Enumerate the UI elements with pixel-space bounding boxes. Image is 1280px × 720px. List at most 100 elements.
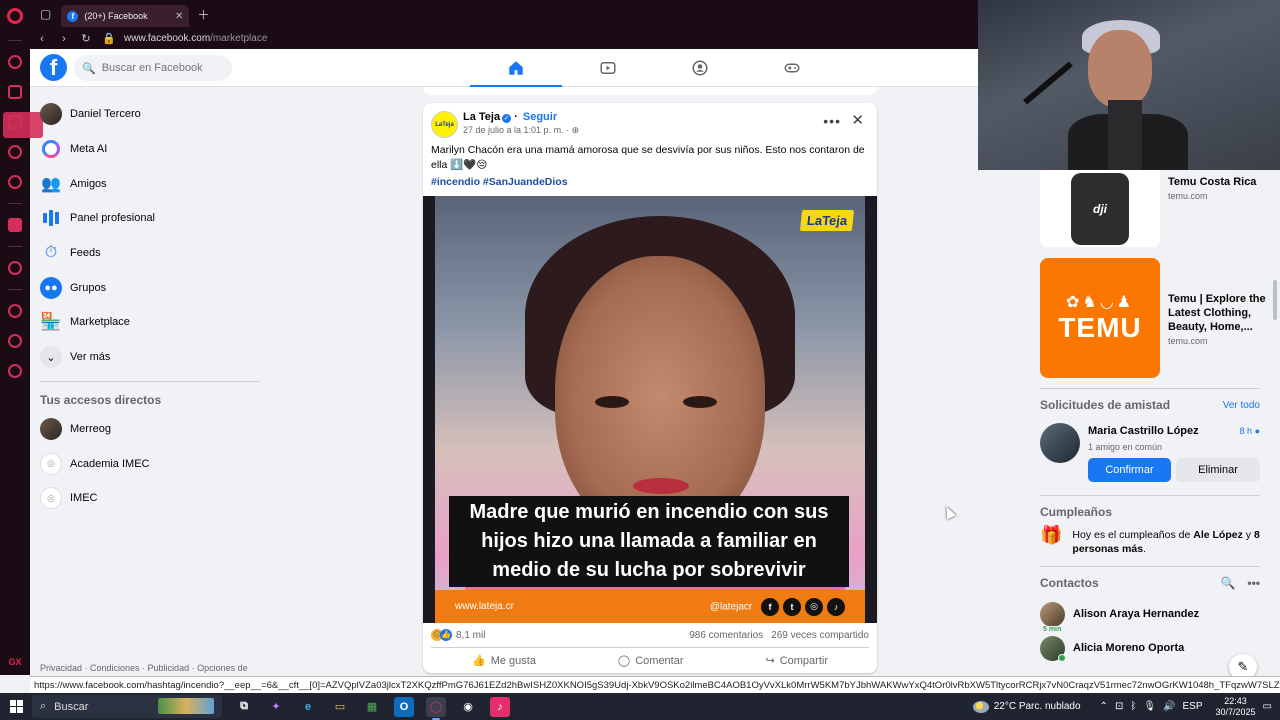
network-icon[interactable]: ⊡ bbox=[1115, 701, 1123, 712]
sidebar-item-meta-ai[interactable]: Meta AI bbox=[30, 132, 260, 167]
footer-links[interactable]: Privacidad · Condiciones · Publicidad · … bbox=[40, 663, 248, 673]
sponsored-ad[interactable]: ✿♞◡♟ TEMU Temu | Explore the Latest Clot… bbox=[1040, 258, 1270, 378]
twitch-icon[interactable] bbox=[8, 218, 22, 232]
shortcut-label: IMEC bbox=[70, 492, 98, 505]
gx-icon[interactable]: GX bbox=[8, 657, 21, 667]
image-handle: @latejacr bbox=[709, 601, 753, 613]
more-options-icon[interactable]: ••• bbox=[823, 113, 841, 129]
nav-groups[interactable] bbox=[654, 49, 746, 87]
share-button[interactable]: ↪ Compartir bbox=[765, 654, 828, 668]
taskbar-clock[interactable]: 22:43 30/7/2025 bbox=[1216, 696, 1256, 718]
new-tab-icon[interactable]: ＋ bbox=[197, 6, 209, 23]
browser-sidebar: GX bbox=[0, 0, 30, 675]
comments-count[interactable]: 986 comentarios bbox=[689, 630, 763, 641]
extensions-icon[interactable] bbox=[8, 334, 22, 348]
friend-requests-title: Solicitudes de amistad bbox=[1040, 398, 1171, 412]
edge-icon[interactable]: e bbox=[298, 697, 318, 717]
tab-bar: ▢ f (20+) Facebook ✕ ＋ bbox=[30, 0, 980, 28]
sidebar-divider bbox=[8, 289, 22, 290]
search-input[interactable] bbox=[101, 62, 222, 74]
post-date[interactable]: 27 de julio a la 1:01 p. m. · ⊕ bbox=[463, 125, 579, 136]
weather-icon bbox=[972, 700, 989, 713]
scrollbar[interactable] bbox=[1273, 280, 1277, 320]
sidebar-item-marketplace[interactable]: 🏪 Marketplace bbox=[30, 305, 260, 340]
player-icon[interactable] bbox=[8, 261, 22, 275]
opera-logo-icon[interactable] bbox=[7, 8, 23, 24]
whatsapp-icon[interactable] bbox=[8, 145, 22, 159]
page-avatar[interactable]: LaTeja bbox=[431, 111, 458, 138]
notifications-icon[interactable]: ▭ bbox=[1263, 701, 1272, 712]
microphone-icon[interactable]: 🎙 bbox=[1143, 701, 1156, 712]
post-image[interactable]: LaTeja Madre que murió en incendio con s… bbox=[423, 196, 877, 623]
dji-mic-product: dji bbox=[1071, 172, 1129, 245]
opera-gx-icon[interactable]: ◯ bbox=[426, 696, 446, 720]
sidebar-item-groups[interactable]: ●● Grupos bbox=[30, 270, 260, 305]
tab-menu-icon[interactable]: ▢ bbox=[40, 7, 51, 21]
shares-count[interactable]: 269 veces compartido bbox=[771, 630, 869, 641]
avatar[interactable] bbox=[1040, 423, 1080, 463]
history-icon[interactable] bbox=[8, 304, 22, 318]
tab-facebook[interactable]: f (20+) Facebook ✕ bbox=[61, 5, 190, 27]
search-icon[interactable]: 🔍 bbox=[1220, 576, 1235, 590]
search-box[interactable]: 🔍 bbox=[74, 55, 232, 81]
copilot-icon[interactable]: ✦ bbox=[266, 697, 286, 717]
file-explorer-icon[interactable]: ▭ bbox=[330, 697, 350, 717]
shortcut-item[interactable]: ◎ IMEC bbox=[30, 481, 260, 516]
birthdays-header: Cumpleaños bbox=[1040, 505, 1260, 519]
settings-icon[interactable] bbox=[8, 364, 22, 378]
like-button[interactable]: 👍 Me gusta bbox=[472, 654, 536, 668]
weather-widget[interactable]: 22°C Parc. nublado bbox=[972, 700, 1081, 713]
start-button[interactable] bbox=[0, 700, 32, 713]
photo-lips bbox=[633, 478, 689, 494]
delete-button[interactable]: Eliminar bbox=[1176, 458, 1260, 482]
close-icon[interactable]: ✕ bbox=[851, 111, 864, 129]
left-sidebar: Daniel Tercero Meta AI 👥 Amigos Panel pr… bbox=[30, 97, 260, 516]
task-view-icon[interactable]: ⧉ bbox=[234, 697, 254, 717]
obs-icon[interactable]: ◉ bbox=[458, 697, 478, 717]
more-options-icon[interactable]: ••• bbox=[1247, 576, 1260, 590]
sidebar-item-professional-dashboard[interactable]: Panel profesional bbox=[30, 201, 260, 236]
active-time-badge: 5 min bbox=[1042, 625, 1063, 633]
url-field[interactable]: www.facebook.com/marketplace bbox=[124, 33, 267, 44]
follow-button[interactable]: Seguir bbox=[523, 111, 557, 123]
friend-request-card: Maria Castrillo López 8 h ● 1 amigo en c… bbox=[1040, 423, 1260, 485]
volume-icon[interactable]: 🔊 bbox=[1163, 701, 1175, 712]
speed-dial-icon[interactable] bbox=[8, 55, 22, 69]
sidebar-divider bbox=[8, 246, 22, 247]
sidebar-item-profile[interactable]: Daniel Tercero bbox=[30, 97, 260, 132]
shortcut-item[interactable]: Merreog bbox=[30, 412, 260, 447]
sidebar-item-feeds[interactable]: ⏱ Feeds bbox=[30, 236, 260, 271]
nav-home[interactable] bbox=[470, 49, 562, 88]
tiktok-icon[interactable]: ♪ bbox=[490, 696, 510, 717]
contact-item[interactable]: Alicia Moreno Oporta bbox=[1040, 634, 1260, 662]
confirm-button[interactable]: Confirmar bbox=[1088, 458, 1171, 482]
nav-video[interactable] bbox=[562, 49, 654, 87]
see-all-link[interactable]: Ver todo bbox=[1223, 400, 1260, 411]
taskbar-search[interactable]: ⌕ Buscar bbox=[32, 695, 222, 718]
back-icon[interactable]: ‹ bbox=[36, 33, 48, 45]
mutual-friends[interactable]: 1 amigo en común bbox=[1088, 442, 1162, 452]
messenger-icon[interactable] bbox=[8, 85, 22, 99]
reactions-count[interactable]: 8,1 mil bbox=[456, 630, 485, 641]
facebook-logo-icon[interactable]: f bbox=[40, 54, 67, 81]
store-icon[interactable]: ▦ bbox=[362, 697, 382, 717]
reload-icon[interactable]: ↻ bbox=[80, 32, 92, 45]
bluetooth-icon[interactable]: ᛒ bbox=[1130, 701, 1136, 712]
contact-item[interactable]: 5 min Alison Araya Hernandez bbox=[1040, 600, 1260, 633]
requester-name[interactable]: Maria Castrillo López bbox=[1088, 425, 1199, 437]
birthday-item[interactable]: 🎁 Hoy es el cumpleaños de Ale López y 8 … bbox=[1040, 526, 1260, 556]
shortcut-item[interactable]: ◎ Academia IMEC bbox=[30, 446, 260, 481]
forward-icon[interactable]: › bbox=[58, 33, 70, 45]
post-hashtags[interactable]: #incendio #SanJuandeDios bbox=[423, 173, 877, 191]
outlook-icon[interactable]: O bbox=[394, 696, 414, 717]
tray-chevron-icon[interactable]: ⌃ bbox=[1100, 701, 1108, 712]
aria-icon[interactable] bbox=[8, 175, 22, 189]
nav-gaming[interactable] bbox=[746, 49, 838, 87]
comment-button[interactable]: ◯ Comentar bbox=[618, 654, 684, 668]
language-indicator[interactable]: ESP bbox=[1182, 701, 1202, 712]
sponsored-ad[interactable]: dji Temu Costa Rica temu.com bbox=[1040, 170, 1270, 247]
tab-close-icon[interactable]: ✕ bbox=[175, 11, 183, 22]
sidebar-item-see-more[interactable]: ⌄ Ver más bbox=[30, 340, 260, 375]
sidebar-item-friends[interactable]: 👥 Amigos bbox=[30, 166, 260, 201]
page-name[interactable]: La Teja bbox=[463, 111, 500, 123]
